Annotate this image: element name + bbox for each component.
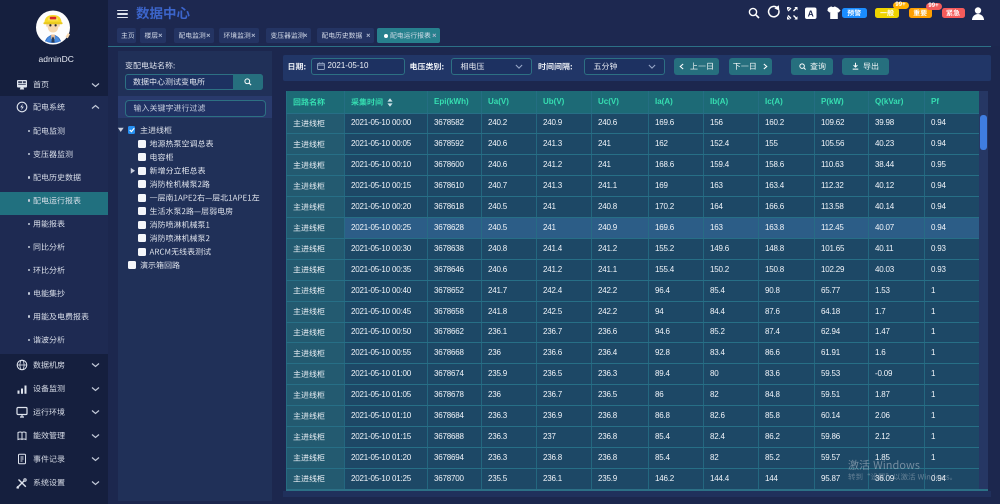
svg-text:A: A [808,8,814,18]
